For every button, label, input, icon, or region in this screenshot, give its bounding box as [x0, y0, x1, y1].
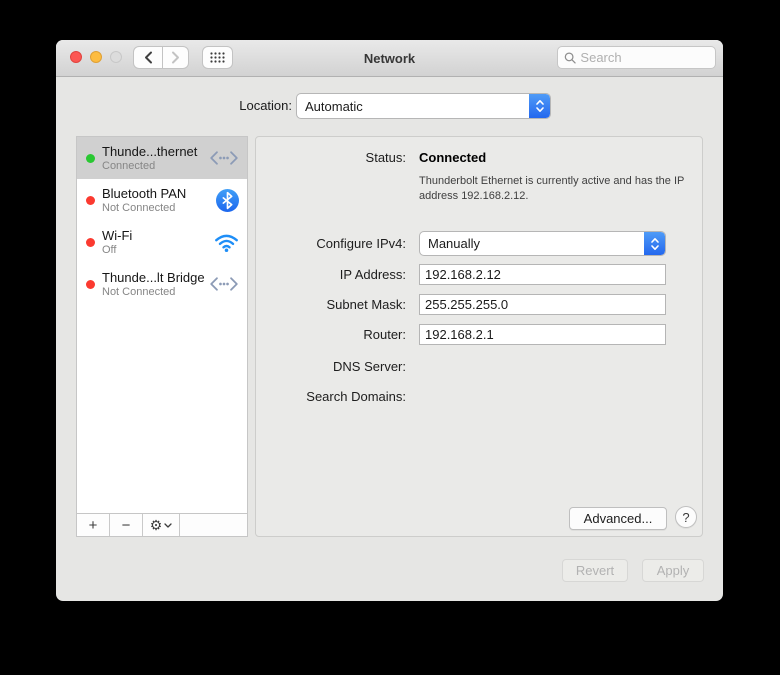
status-dot-green [86, 153, 95, 163]
search-icon [564, 51, 576, 64]
interface-row-thunderbolt-ethernet[interactable]: Thunde...thernet Connected [77, 137, 247, 179]
remove-interface-button[interactable]: − [110, 514, 143, 536]
configure-ipv4-value: Manually [428, 236, 481, 251]
interface-status: Not Connected [102, 286, 176, 298]
router-field[interactable] [419, 324, 666, 345]
configure-ipv4-label: Configure IPv4: [316, 236, 406, 251]
status-label: Status: [365, 150, 406, 165]
interface-status: Off [102, 244, 117, 256]
interface-status: Not Connected [102, 202, 176, 214]
interface-name: Thunde...lt Bridge [102, 270, 205, 285]
router-label: Router: [363, 327, 406, 342]
interface-name: Bluetooth PAN [102, 186, 187, 201]
subnet-mask-label: Subnet Mask: [326, 297, 407, 312]
help-button[interactable]: ? [675, 506, 697, 528]
status-dot-red [86, 195, 95, 205]
configure-ipv4-popup[interactable]: Manually [419, 231, 666, 256]
interface-name: Thunde...thernet [102, 144, 198, 159]
interface-list-toolbar: + − ⚙ [77, 513, 247, 536]
interface-name: Wi-Fi [102, 228, 133, 243]
interface-detail-pane: Status: Connected Thunderbolt Ethernet i… [255, 136, 703, 537]
thunderbolt-ethernet-icon [209, 150, 239, 166]
status-value: Connected [419, 150, 487, 165]
apply-button[interactable]: Apply [642, 559, 704, 582]
status-dot-red [86, 279, 95, 289]
advanced-button[interactable]: Advanced... [569, 507, 667, 530]
interface-status: Connected [102, 160, 156, 172]
interface-list: Thunde...thernet Connected Bluetooth PAN… [76, 136, 248, 537]
network-preferences-window: Network Location: Automatic Thunde...the… [56, 40, 723, 601]
status-description: Thunderbolt Ethernet is currently active… [419, 175, 685, 202]
interface-row-bluetooth-pan[interactable]: Bluetooth PAN Not Connected [77, 179, 247, 221]
location-popup[interactable]: Automatic [296, 93, 551, 119]
interface-row-thunderbolt-bridge[interactable]: Thunde...lt Bridge Not Connected [77, 263, 247, 305]
popup-stepper-icon [644, 232, 665, 255]
location-popup-value: Automatic [305, 98, 363, 114]
wifi-icon [214, 233, 239, 252]
titlebar: Network [56, 40, 723, 77]
chevron-down-icon [164, 522, 172, 528]
status-dot-red [86, 237, 95, 247]
interface-row-wifi[interactable]: Wi-Fi Off [77, 221, 247, 263]
subnet-mask-field[interactable] [419, 294, 666, 315]
add-interface-button[interactable]: + [77, 514, 110, 536]
thunderbolt-ethernet-icon [209, 276, 239, 292]
ip-address-label: IP Address: [339, 267, 406, 282]
search-domains-label: Search Domains: [306, 389, 406, 404]
location-label: Location: [239, 98, 292, 113]
search-field[interactable] [557, 46, 716, 69]
gear-icon: ⚙ [149, 516, 163, 533]
action-menu-button[interactable]: ⚙ [143, 514, 180, 536]
revert-button[interactable]: Revert [562, 559, 628, 582]
ip-address-field[interactable] [419, 264, 666, 285]
bluetooth-icon [216, 188, 239, 212]
dns-server-label: DNS Server: [333, 359, 406, 374]
search-input[interactable] [580, 50, 709, 65]
popup-stepper-icon [529, 94, 550, 118]
